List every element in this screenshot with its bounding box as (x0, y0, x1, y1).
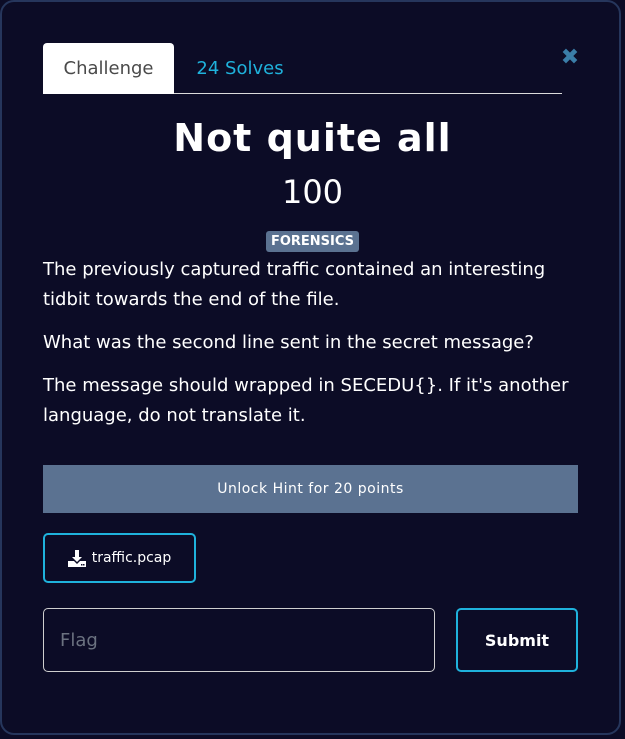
flag-input[interactable] (43, 608, 435, 672)
tab-challenge[interactable]: Challenge (43, 43, 174, 94)
description-paragraph: The previously captured traffic containe… (43, 259, 546, 310)
file-download-button[interactable]: traffic.pcap (43, 533, 196, 583)
tab-bar: Challenge 24 Solves (43, 43, 562, 94)
unlock-hint-button[interactable]: Unlock Hint for 20 points (43, 465, 578, 513)
category-badge: FORENSICS (265, 231, 360, 252)
description-paragraph: What was the second line sent in the sec… (43, 332, 534, 353)
file-name: traffic.pcap (91, 550, 172, 566)
download-icon (67, 549, 86, 567)
close-icon[interactable]: ✖ (558, 46, 582, 70)
submit-button[interactable]: Submit (456, 608, 578, 672)
description-paragraph: The message should wrapped in SECEDU{}. … (43, 375, 569, 426)
challenge-title: Not quite all (173, 116, 452, 160)
challenge-description: The previously captured traffic containe… (43, 255, 583, 444)
challenge-modal: Challenge 24 Solves ✖ Not quite all 100 … (0, 0, 621, 735)
tab-solves[interactable]: 24 Solves (174, 43, 306, 94)
category-badge-wrap: FORENSICS (2, 230, 623, 252)
challenge-points: 100 (281, 173, 344, 211)
